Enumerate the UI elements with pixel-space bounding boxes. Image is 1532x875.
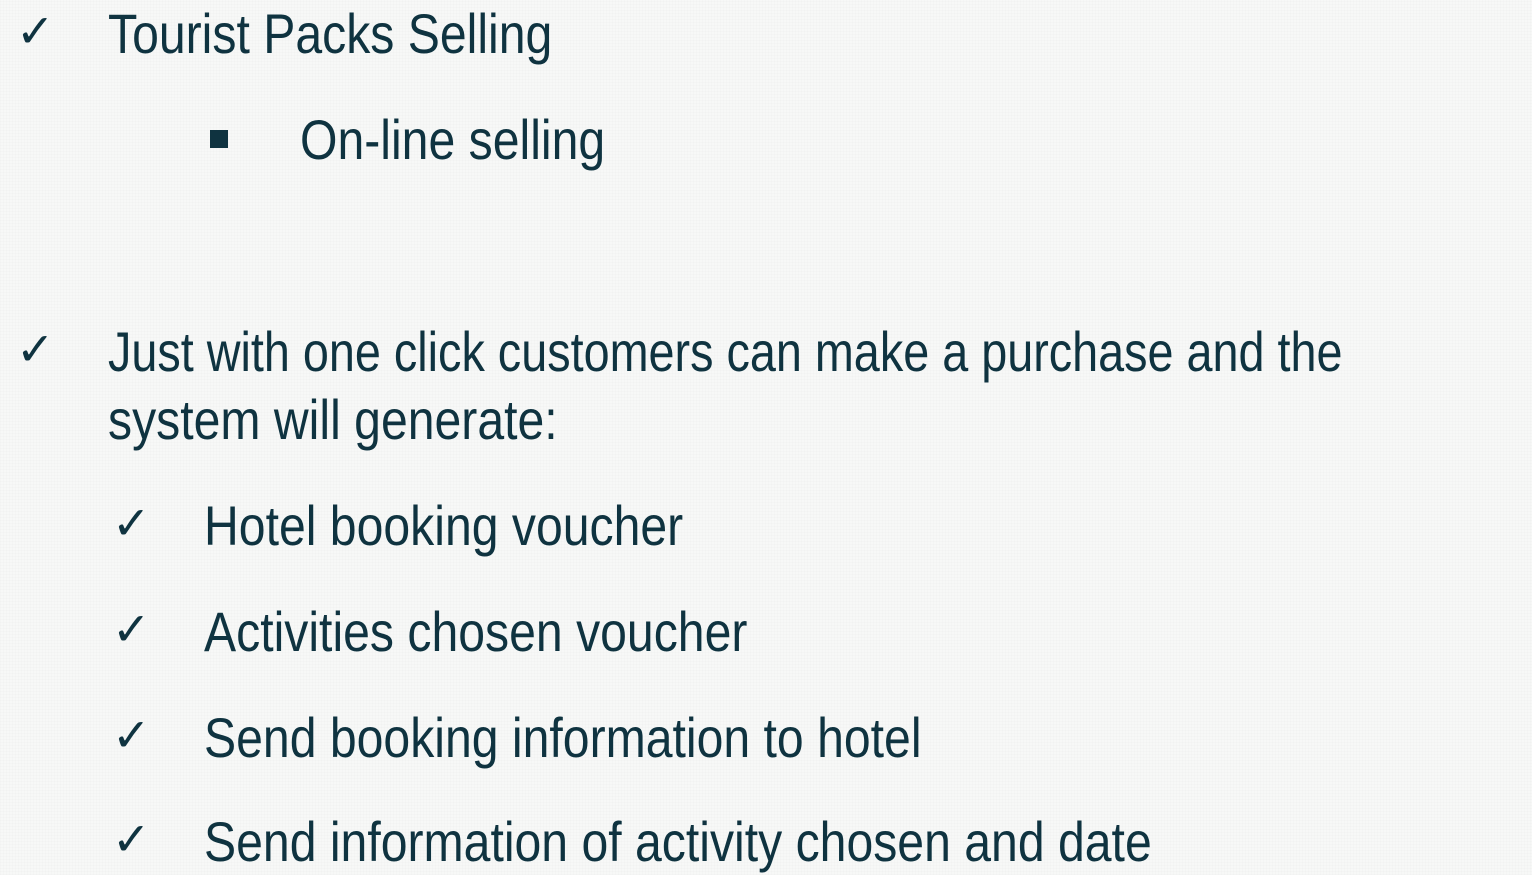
bullet-send-activity-info: Send information of activity chosen and … [204, 810, 1152, 873]
square-bullet-icon [210, 130, 228, 148]
bullet-one-click-line1: Just with one click customers can make a… [108, 320, 1343, 383]
check-icon: ✓ [16, 4, 55, 58]
bullet-send-booking: Send booking information to hotel [204, 706, 922, 769]
check-icon: ✓ [16, 322, 55, 376]
check-icon: ✓ [112, 812, 151, 866]
bullet-one-click-line2: system will generate: [108, 388, 558, 451]
check-icon: ✓ [112, 708, 151, 762]
bullet-hotel-voucher: Hotel booking voucher [204, 494, 684, 557]
bullet-online-selling: On-line selling [300, 108, 606, 171]
check-icon: ✓ [112, 496, 151, 550]
bullet-activities-voucher: Activities chosen voucher [204, 600, 748, 663]
bullet-tourist-packs: Tourist Packs Selling [108, 2, 553, 65]
check-icon: ✓ [112, 602, 151, 656]
slide: ✓ Tourist Packs Selling On-line selling … [0, 0, 1532, 875]
